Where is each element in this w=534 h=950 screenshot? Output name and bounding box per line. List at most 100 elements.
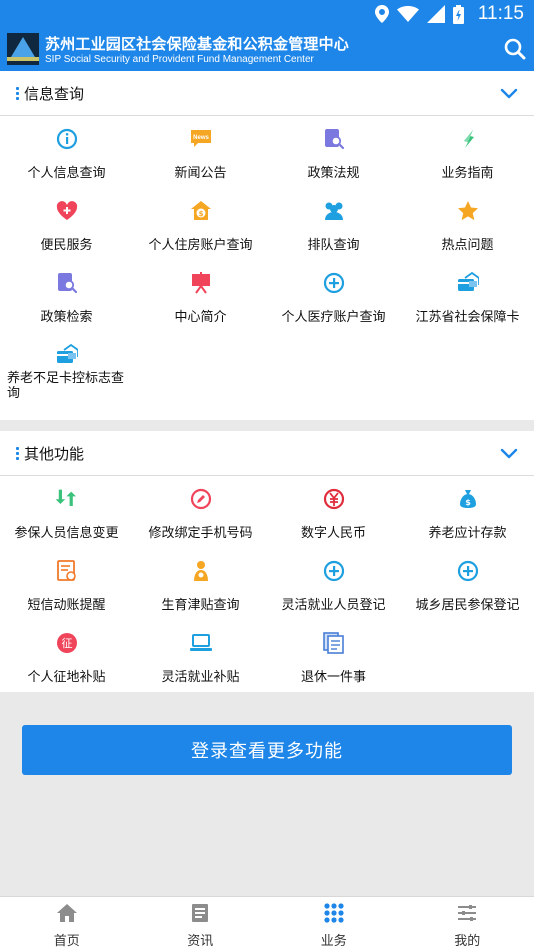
grid-item[interactable]: 城乡居民参保登记: [401, 552, 534, 624]
app-logo: [7, 33, 39, 65]
grid-item-label: 中心简介: [174, 310, 227, 325]
app-title: 苏州工业园区社会保险基金和公积金管理中心: [45, 35, 350, 53]
grid-item[interactable]: 便民服务: [0, 192, 133, 264]
grid-item[interactable]: 征个人征地补贴: [0, 624, 133, 696]
info-icon: [56, 128, 78, 150]
grid-item-label: 参保人员信息变更: [14, 526, 119, 541]
baby-icon: [190, 560, 212, 582]
grid-item-label: 退休一件事: [300, 670, 366, 685]
nav-item-label: 首页: [53, 934, 80, 949]
nav-item[interactable]: 业务: [267, 897, 401, 950]
star-icon: [457, 200, 479, 222]
message-doc-icon: [56, 560, 78, 582]
grid-item-label: 新闻公告: [174, 166, 227, 181]
grid-item-label: 城乡居民参保登记: [415, 598, 520, 613]
grid-item[interactable]: 政策检索: [0, 264, 133, 336]
grid-item[interactable]: 个人医疗账户查询: [267, 264, 400, 336]
grid-item[interactable]: 参保人员信息变更: [0, 480, 133, 552]
nav-item[interactable]: 资讯: [134, 897, 268, 950]
grid-item[interactable]: $ 养老应计存款: [401, 480, 534, 552]
house-coin-icon: $: [190, 200, 212, 222]
status-bar: 11:15: [0, 0, 534, 28]
svg-text:$: $: [465, 498, 471, 507]
grid-item-label: 便民服务: [40, 238, 93, 253]
grid-item[interactable]: $ 个人住房账户查询: [134, 192, 267, 264]
sliders-icon: [457, 903, 477, 923]
grid-item-label: 灵活就业补贴: [161, 670, 240, 685]
grid-item-label: 养老应计存款: [428, 526, 507, 541]
grid-item[interactable]: 数字人民币: [267, 480, 400, 552]
grid-dots-icon: [324, 903, 344, 923]
grid-item[interactable]: 政策法规: [267, 120, 400, 192]
section-marker: [16, 87, 19, 101]
grid-item[interactable]: 排队查询: [267, 192, 400, 264]
grid-item-label: 数字人民币: [300, 526, 366, 541]
grid-item-label: 短信动账提醒: [27, 598, 106, 613]
laptop-icon: [190, 632, 212, 654]
grid-item[interactable]: 个人信息查询: [0, 120, 133, 192]
grid-item[interactable]: 热点问题: [401, 192, 534, 264]
grid-item-label: 个人医疗账户查询: [281, 310, 386, 325]
battery-icon: [452, 4, 464, 24]
money-bag-icon: $: [457, 488, 479, 510]
grid-item[interactable]: 业务指南: [401, 120, 534, 192]
grid-item-label: 养老不足卡控标志查询: [7, 371, 125, 401]
grid-item[interactable]: 退休一件事: [267, 624, 400, 696]
news-list-icon: [190, 903, 210, 923]
nav-item-label: 业务: [320, 934, 347, 949]
chevron-down-icon[interactable]: [500, 85, 518, 101]
chevron-down-icon[interactable]: [500, 445, 518, 461]
section-header[interactable]: 信息查询: [0, 71, 534, 116]
nav-item[interactable]: 首页: [0, 897, 134, 950]
nav-item[interactable]: 我的: [401, 897, 534, 950]
bottom-nav: 首页 资讯 业务 我的: [0, 896, 534, 950]
wifi-icon: [396, 6, 419, 22]
grid-item-label: 政策检索: [40, 310, 93, 325]
grid-item-label: 个人信息查询: [27, 166, 106, 181]
grid-item[interactable]: 修改绑定手机号码: [134, 480, 267, 552]
grid-item[interactable]: 江苏省社会保障卡: [401, 264, 534, 336]
grid-item[interactable]: News 新闻公告: [134, 120, 267, 192]
login-button[interactable]: 登录查看更多功能: [22, 725, 512, 775]
svg-text:News: News: [193, 135, 209, 141]
grid-item[interactable]: 灵活就业人员登记: [267, 552, 400, 624]
section-header[interactable]: 其他功能: [0, 431, 534, 476]
info-query-section: 信息查询 个人信息查询 News 新闻公告 政策法规 业务指南便民服务 $ 个人住房账户查询…: [0, 71, 534, 420]
grid-item[interactable]: 灵活就业补贴: [134, 624, 267, 696]
section-title: 其他功能: [24, 445, 85, 463]
home-icon: [56, 903, 77, 923]
card-icon: [56, 343, 79, 366]
svg-text:$: $: [199, 210, 204, 218]
easel-icon: [190, 272, 212, 294]
heart-icon: [56, 200, 78, 222]
grid-item[interactable]: 中心简介: [134, 264, 267, 336]
grid-item-label: 修改绑定手机号码: [148, 526, 253, 541]
location-icon: [374, 5, 389, 23]
grid-item[interactable]: 养老不足卡控标志查询: [0, 336, 133, 408]
grid-item-label: 灵活就业人员登记: [281, 598, 386, 613]
search-icon[interactable]: [504, 38, 526, 60]
edit-circle-icon: [190, 488, 212, 510]
plus-circle-icon: [457, 560, 479, 582]
grid-item-label: 排队查询: [307, 238, 360, 253]
plus-circle-icon: [323, 560, 345, 582]
grid-item[interactable]: 短信动账提醒: [0, 552, 133, 624]
section-marker: [16, 447, 19, 461]
grid-item-label: 江苏省社会保障卡: [415, 310, 520, 325]
grid-item-label: 个人住房账户查询: [148, 238, 253, 253]
documents-icon: [323, 632, 345, 654]
swap-arrows-icon: [55, 488, 78, 510]
grid-item-label: 政策法规: [307, 166, 360, 181]
nav-item-label: 我的: [454, 934, 481, 949]
yuan-icon: [323, 488, 345, 510]
grid-item[interactable]: 生育津贴查询: [134, 552, 267, 624]
nav-item-label: 资讯: [187, 934, 214, 949]
search-doc-icon: [56, 272, 78, 294]
search-doc-icon: [323, 128, 345, 150]
section-title: 信息查询: [24, 85, 85, 103]
app-subtitle: SIP Social Security and Provident Fund M…: [45, 54, 314, 65]
news-icon: News: [190, 128, 212, 150]
plus-circle-icon: [323, 272, 345, 294]
grid-item-label: 个人征地补贴: [27, 670, 106, 685]
grid-item-label: 业务指南: [441, 166, 494, 181]
